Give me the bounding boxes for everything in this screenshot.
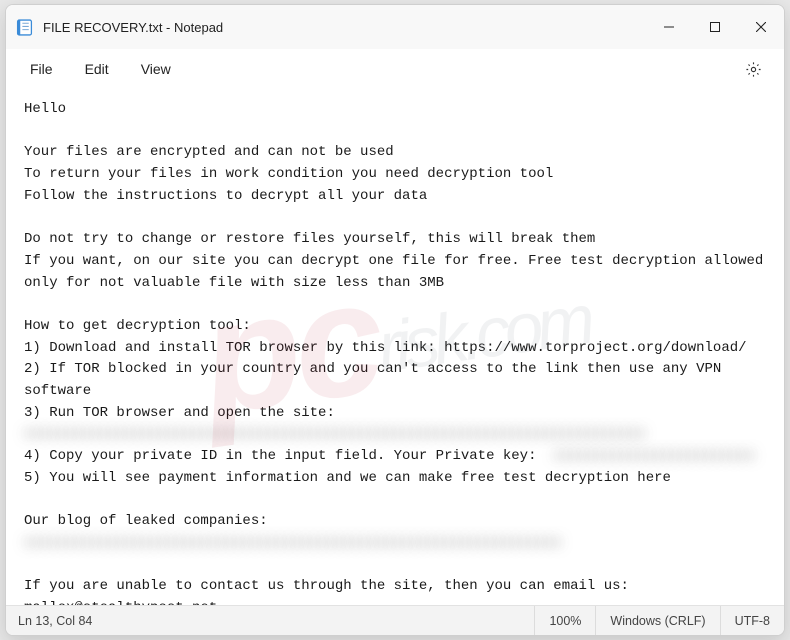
menu-edit[interactable]: Edit: [69, 55, 125, 83]
text-line: Do not try to change or restore files yo…: [24, 231, 595, 247]
notepad-window: FILE RECOVERY.txt - Notepad File Edit Vi…: [5, 4, 785, 636]
menu-file[interactable]: File: [14, 55, 69, 83]
text-line: 3) Run TOR browser and open the site:: [24, 405, 335, 421]
text-line: If you want, on our site you can decrypt…: [24, 253, 772, 291]
text-line: Hello: [24, 101, 66, 117]
minimize-button[interactable]: [646, 5, 692, 49]
titlebar[interactable]: FILE RECOVERY.txt - Notepad: [6, 5, 784, 49]
redacted-text: xxxxxxxxxxxxxxxxxxxxxxxx: [553, 448, 755, 464]
window-title: FILE RECOVERY.txt - Notepad: [43, 20, 646, 35]
text-line: 2) If TOR blocked in your country and yo…: [24, 361, 730, 399]
text-line: 1) Download and install TOR browser by t…: [24, 340, 747, 356]
statusbar: Ln 13, Col 84 100% Windows (CRLF) UTF-8: [6, 605, 784, 635]
settings-button[interactable]: [736, 54, 770, 84]
text-line: 5) You will see payment information and …: [24, 470, 671, 486]
status-encoding: UTF-8: [720, 606, 784, 635]
text-line: How to get decryption tool:: [24, 318, 251, 334]
text-line: Our blog of leaked companies:: [24, 513, 268, 529]
notepad-icon: [16, 19, 33, 36]
text-line: 4) Copy your private ID in the input fie…: [24, 448, 553, 464]
status-cursor-position: Ln 13, Col 84: [18, 606, 106, 635]
text-line: Follow the instructions to decrypt all y…: [24, 188, 427, 204]
status-line-ending: Windows (CRLF): [595, 606, 719, 635]
redacted-text: xxxxxxxxxxxxxxxxxxxxxxxxxxxxxxxxxxxxxxxx…: [24, 535, 562, 551]
text-line: To return your files in work condition y…: [24, 166, 553, 182]
menu-view[interactable]: View: [125, 55, 187, 83]
text-line: If you are unable to contact us through …: [24, 578, 629, 594]
status-zoom[interactable]: 100%: [534, 606, 595, 635]
window-controls: [646, 5, 784, 49]
text-line: Your files are encrypted and can not be …: [24, 144, 394, 160]
text-area[interactable]: Hello Your files are encrypted and can n…: [6, 89, 784, 605]
close-button[interactable]: [738, 5, 784, 49]
maximize-button[interactable]: [692, 5, 738, 49]
redacted-text: xxxxxxxxxxxxxxxxxxxxxxxxxxxxxxxxxxxxxxxx…: [24, 426, 646, 442]
menubar: File Edit View: [6, 49, 784, 89]
